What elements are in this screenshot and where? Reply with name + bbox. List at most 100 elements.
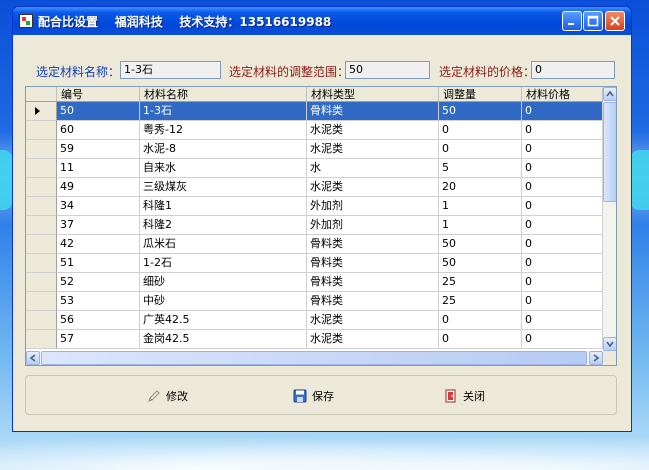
cell-name[interactable]: 金岗42.5 [140,330,307,349]
table-row[interactable]: 11 自来水水 5 0 [26,159,603,178]
cell-id[interactable]: 34 [57,197,140,216]
cell-adjust[interactable]: 25 [439,292,522,311]
row-header[interactable] [26,273,57,292]
cell-adjust[interactable]: 1 [439,197,522,216]
cell-price[interactable]: 0 [522,311,603,330]
cell-name[interactable]: 细砂 [140,273,307,292]
cell-type[interactable]: 水泥类 [307,311,439,330]
cell-adjust[interactable]: 0 [439,140,522,159]
table-row[interactable]: 60 粤秀-12 水泥类 0 0 [26,121,603,140]
cell-type[interactable]: 外加剂 [307,216,439,235]
row-header[interactable] [26,311,57,330]
table-row[interactable]: 34 科隆1 外加剂 1 0 [26,197,603,216]
vertical-scrollbar[interactable] [603,87,616,351]
cell-type[interactable]: 骨料类 [307,273,439,292]
minimize-button[interactable] [562,11,582,31]
cell-id[interactable]: 42 [57,235,140,254]
table-row[interactable]: 51 1-2石 骨料类 50 0 [26,254,603,273]
cell-price[interactable]: 0 [522,292,603,311]
cell-name[interactable]: 1-2石 [140,254,307,273]
close-window-button[interactable] [605,11,625,31]
row-header[interactable] [26,197,57,216]
cell-price[interactable]: 0 [522,273,603,292]
scroll-up-button[interactable] [603,87,616,101]
column-header-price[interactable]: 材料价格 [522,87,603,102]
row-header[interactable] [26,235,57,254]
cell-id[interactable]: 37 [57,216,140,235]
table-row[interactable]: 52 细砂 骨料类 25 0 [26,273,603,292]
cell-adjust[interactable]: 0 [439,311,522,330]
table-row[interactable]: 53 中砂 骨料类 25 0 [26,292,603,311]
maximize-button[interactable] [583,11,603,31]
cell-name[interactable]: 粤秀-12 [140,121,307,140]
cell-name[interactable]: 瓜米石 [140,235,307,254]
materials-grid[interactable]: 编号 材料名称 材料类型 调整量 材料价格 50 1-3石 骨料类 50 0 60 粤秀-1… [25,86,617,366]
cell-name[interactable]: 科隆2 [140,216,307,235]
column-header-id[interactable]: 编号 [57,87,140,102]
edit-button[interactable]: 修改 [147,387,188,405]
cell-adjust[interactable]: 50 [439,254,522,273]
cell-adjust[interactable]: 20 [439,178,522,197]
table-row[interactable]: 49 三级煤灰 水泥类 20 0 [26,178,603,197]
cell-id[interactable]: 52 [57,273,140,292]
table-row[interactable]: 56 广英42.5 水泥类 0 0 [26,311,603,330]
row-header[interactable] [26,292,57,311]
cell-id[interactable]: 51 [57,254,140,273]
table-row[interactable]: 50 1-3石 骨料类 50 0 [26,102,603,121]
cell-id[interactable]: 57 [57,330,140,349]
column-header-name[interactable]: 材料名称 [140,87,307,102]
close-button[interactable]: 关闭 [444,387,485,405]
cell-name[interactable]: 中砂 [140,292,307,311]
title-bar[interactable]: 配合比设置 福润科技 技术支持：13516619988 [13,7,631,35]
cell-price[interactable]: 0 [522,178,603,197]
cell-type[interactable]: 水泥类 [307,178,439,197]
price-field[interactable]: 0 [531,61,615,79]
row-header[interactable] [26,330,57,349]
cell-id[interactable]: 53 [57,292,140,311]
cell-type[interactable]: 骨料类 [307,235,439,254]
cell-name[interactable]: 自来水 [140,159,307,178]
cell-id[interactable]: 11 [57,159,140,178]
row-header[interactable] [26,102,57,121]
cell-adjust[interactable]: 5 [439,159,522,178]
row-header[interactable] [26,178,57,197]
row-header[interactable] [26,254,57,273]
cell-name[interactable]: 水泥-8 [140,140,307,159]
cell-id[interactable]: 49 [57,178,140,197]
cell-price[interactable]: 0 [522,102,603,121]
cell-adjust[interactable]: 25 [439,273,522,292]
cell-name[interactable]: 三级煤灰 [140,178,307,197]
cell-id[interactable]: 50 [57,102,140,121]
horizontal-scroll-thumb[interactable] [41,351,587,365]
material-name-field[interactable]: 1-3石 [120,61,221,79]
cell-price[interactable]: 0 [522,197,603,216]
cell-price[interactable]: 0 [522,254,603,273]
cell-name[interactable]: 广英42.5 [140,311,307,330]
column-header-type[interactable]: 材料类型 [307,87,439,102]
scroll-right-button[interactable] [589,351,603,365]
row-header[interactable] [26,216,57,235]
cell-type[interactable]: 水泥类 [307,140,439,159]
cell-adjust[interactable]: 50 [439,102,522,121]
cell-name[interactable]: 1-3石 [140,102,307,121]
cell-adjust[interactable]: 1 [439,216,522,235]
save-button[interactable]: 保存 [293,387,334,405]
cell-price[interactable]: 0 [522,140,603,159]
cell-type[interactable]: 水泥类 [307,330,439,349]
table-row[interactable]: 42 瓜米石 骨料类 50 0 [26,235,603,254]
cell-id[interactable]: 60 [57,121,140,140]
cell-id[interactable]: 59 [57,140,140,159]
cell-price[interactable]: 0 [522,216,603,235]
column-header-adjust[interactable]: 调整量 [439,87,522,102]
cell-type[interactable]: 骨料类 [307,254,439,273]
cell-price[interactable]: 0 [522,330,603,349]
vertical-scroll-thumb[interactable] [603,102,616,202]
cell-adjust[interactable]: 50 [439,235,522,254]
scroll-left-button[interactable] [26,351,40,365]
cell-price[interactable]: 0 [522,121,603,140]
cell-price[interactable]: 0 [522,235,603,254]
cell-adjust[interactable]: 0 [439,330,522,349]
scroll-down-button[interactable] [603,337,616,351]
row-header[interactable] [26,121,57,140]
cell-price[interactable]: 0 [522,159,603,178]
